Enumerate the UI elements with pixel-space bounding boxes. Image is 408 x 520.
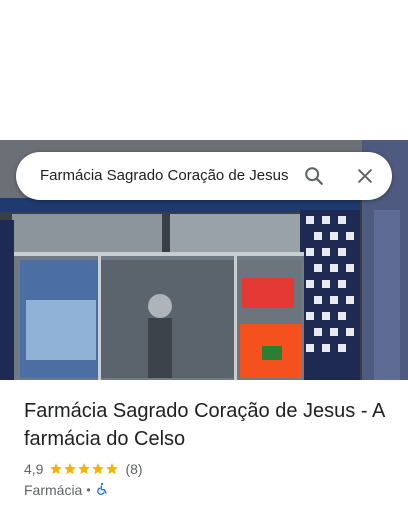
- search-bar[interactable]: Farmácia Sagrado Coração de Jesus: [16, 152, 392, 200]
- close-icon[interactable]: [351, 162, 379, 190]
- rating-value: 4,9: [24, 461, 44, 477]
- place-category: Farmácia: [24, 482, 83, 498]
- review-count[interactable]: (8): [125, 461, 142, 477]
- star-icon: [64, 463, 77, 475]
- star-icon: [106, 463, 119, 475]
- category-row: Farmácia •: [24, 481, 109, 499]
- star-rating: [49, 462, 119, 476]
- rating-row[interactable]: 4,9 (8): [24, 460, 143, 478]
- wheelchair-icon: [95, 482, 109, 499]
- star-icon: [78, 463, 91, 475]
- star-icon: [50, 463, 63, 475]
- separator-dot: •: [86, 483, 91, 497]
- star-icon: [92, 463, 105, 475]
- search-input[interactable]: Farmácia Sagrado Coração de Jesus: [40, 152, 302, 200]
- place-title: Farmácia Sagrado Coração de Jesus - A fa…: [24, 400, 385, 450]
- search-icon[interactable]: [300, 162, 328, 190]
